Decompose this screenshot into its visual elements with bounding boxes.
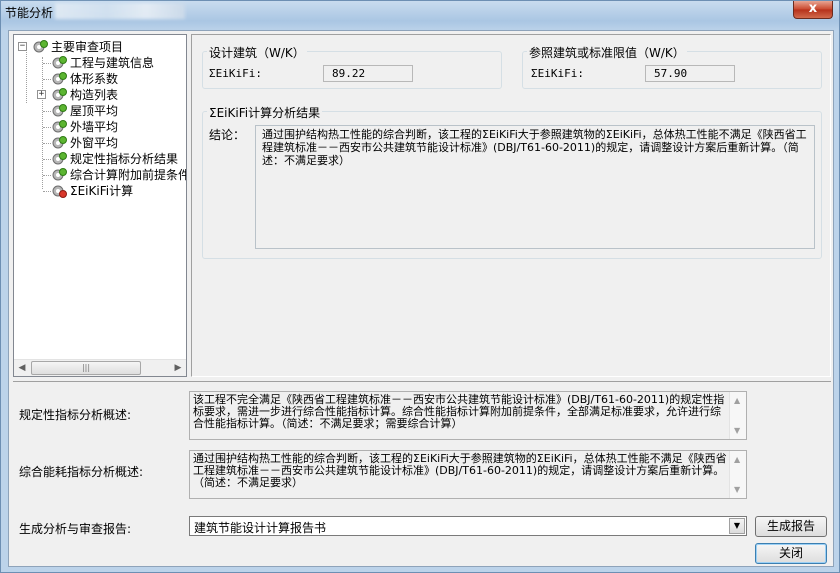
scroll-down-arrow-icon[interactable]: ▼	[734, 426, 740, 435]
reference-sum-label: ΣEiKiFi:	[531, 67, 584, 80]
design-sum-label: ΣEiKiFi:	[209, 67, 262, 80]
tree-guide-line	[43, 143, 51, 144]
reference-group-title: 参照建筑或标准限值（W/K）	[527, 44, 687, 61]
chevron-down-icon[interactable]: ▼	[729, 518, 745, 534]
expand-icon[interactable]: +	[37, 90, 46, 99]
summary-area: 规定性指标分析概述: 该工程不完全满足《陕西省工程建筑标准－－西安市公共建筑节能…	[13, 381, 831, 564]
tree-guide-line	[43, 79, 51, 80]
gear-check-icon	[52, 168, 67, 181]
gear-check-icon	[52, 120, 67, 133]
tree-guide-line	[43, 159, 51, 160]
tree-horizontal-scrollbar[interactable]: ◀ ||| ▶	[14, 359, 186, 376]
report-type-select[interactable]: 建筑节能设计计算报告书 ▼	[189, 516, 747, 536]
title-blurred-region	[55, 3, 185, 19]
tree-item-additional-conditions[interactable]: 综合计算附加前提条件	[14, 167, 187, 183]
title-bar[interactable]: 节能分析 x	[1, 1, 839, 23]
tree-root-label: 主要审查项目	[51, 40, 124, 54]
gear-check-icon	[52, 152, 67, 165]
tree-item-label: 工程与建筑信息	[70, 56, 155, 70]
prescriptive-summary-textbox[interactable]: 该工程不完全满足《陕西省工程建筑标准－－西安市公共建筑节能设计标准》(DBJ/T…	[189, 391, 747, 440]
gear-check-icon	[52, 88, 67, 101]
gear-check-icon	[52, 104, 67, 117]
scroll-down-arrow-icon[interactable]: ▼	[734, 485, 740, 494]
gear-check-icon	[52, 136, 67, 149]
design-sum-value: 89.22	[323, 65, 413, 82]
reference-building-group: 参照建筑或标准限值（W/K） ΣEiKiFi: 57.90	[522, 44, 822, 89]
prescriptive-vertical-scrollbar[interactable]: ▲ ▼	[729, 392, 746, 439]
energy-summary-textbox[interactable]: 通过围护结构热工性能的综合判断，该工程的ΣEiKiFi大于参照建筑物的ΣEiKi…	[189, 450, 747, 499]
dialog-client-area: − 主要审查项目 工程与建筑信息 体形系数 + 构造列表 屋顶平均 外墙平均 外…	[8, 30, 834, 567]
tree-item-wall-average[interactable]: 外墙平均	[14, 119, 184, 135]
tree-item-shape-coefficient[interactable]: 体形系数	[14, 71, 184, 87]
tree-item-label: 规定性指标分析结果	[70, 152, 179, 166]
conclusion-textbox[interactable]: 通过围护结构热工性能的综合判断，该工程的ΣEiKiFi大于参照建筑物的ΣEiKi…	[255, 125, 815, 249]
tree-item-label: 外窗平均	[70, 136, 119, 150]
energy-analysis-window: 节能分析 x − 主要审查项目 工程与建筑信息 体形系数 + 构造列表 屋顶平均…	[0, 0, 840, 573]
energy-summary-text: 通过围护结构热工性能的综合判断，该工程的ΣEiKiFi大于参照建筑物的ΣEiKi…	[193, 452, 727, 489]
tree-guide-line	[43, 111, 51, 112]
gear-check-icon	[52, 72, 67, 85]
prescriptive-summary-text: 该工程不完全满足《陕西省工程建筑标准－－西安市公共建筑节能设计标准》(DBJ/T…	[193, 393, 725, 430]
tree-item-label: 体形系数	[70, 72, 119, 86]
tree-guide-line	[43, 175, 51, 176]
generate-report-button[interactable]: 生成报告	[755, 516, 827, 537]
tree-item-sum-ekf-calc[interactable]: ΣEiKiFi计算	[14, 183, 184, 199]
tree-item-construction-list[interactable]: + 构造列表	[14, 87, 184, 103]
scroll-right-arrow-icon[interactable]: ▶	[173, 363, 183, 373]
tree-item-project-info[interactable]: 工程与建筑信息	[14, 55, 184, 71]
gear-check-icon	[33, 40, 48, 53]
tree-guide-line	[43, 191, 51, 192]
energy-vertical-scrollbar[interactable]: ▲ ▼	[729, 451, 746, 498]
design-group-title: 设计建筑（W/K）	[207, 44, 307, 61]
window-close-button[interactable]: x	[793, 1, 833, 19]
tree-guide-line	[43, 127, 51, 128]
tree-item-label: 综合计算附加前提条件	[70, 168, 187, 182]
tree-node-root[interactable]: − 主要审查项目	[14, 39, 184, 55]
tree-item-roof-average[interactable]: 屋顶平均	[14, 103, 184, 119]
close-button[interactable]: 关闭	[755, 543, 827, 564]
collapse-icon[interactable]: −	[18, 42, 27, 51]
conclusion-text: 通过围护结构热工性能的综合判断，该工程的ΣEiKiFi大于参照建筑物的ΣEiKi…	[262, 128, 807, 167]
gear-check-icon	[52, 56, 67, 69]
report-label: 生成分析与审查报告:	[19, 522, 132, 536]
energy-summary-label: 综合能耗指标分析概述:	[19, 465, 144, 479]
review-items-tree[interactable]: − 主要审查项目 工程与建筑信息 体形系数 + 构造列表 屋顶平均 外墙平均 外…	[13, 34, 187, 377]
gear-error-icon	[52, 185, 67, 198]
scroll-thumb[interactable]: |||	[31, 361, 141, 375]
conclusion-label: 结论：	[209, 128, 246, 142]
window-title: 节能分析	[5, 6, 54, 20]
scroll-up-arrow-icon[interactable]: ▲	[734, 396, 740, 405]
tree-item-label: 构造列表	[70, 88, 119, 102]
report-type-selected: 建筑节能设计计算报告书	[194, 521, 327, 535]
tree-item-label: 屋顶平均	[70, 104, 119, 118]
design-building-group: 设计建筑（W/K） ΣEiKiFi: 89.22	[202, 44, 502, 89]
scroll-left-arrow-icon[interactable]: ◀	[17, 363, 27, 373]
tree-item-window-average[interactable]: 外窗平均	[14, 135, 184, 151]
prescriptive-summary-label: 规定性指标分析概述:	[19, 408, 132, 422]
reference-sum-value: 57.90	[645, 65, 735, 82]
tree-guide-line	[43, 63, 51, 64]
tree-item-prescriptive-result[interactable]: 规定性指标分析结果	[14, 151, 184, 167]
tree-item-label: 外墙平均	[70, 120, 119, 134]
result-group-title: ΣEiKiFi计算分析结果	[207, 104, 323, 121]
tree-item-label: ΣEiKiFi计算	[70, 184, 134, 198]
scroll-up-arrow-icon[interactable]: ▲	[734, 455, 740, 464]
